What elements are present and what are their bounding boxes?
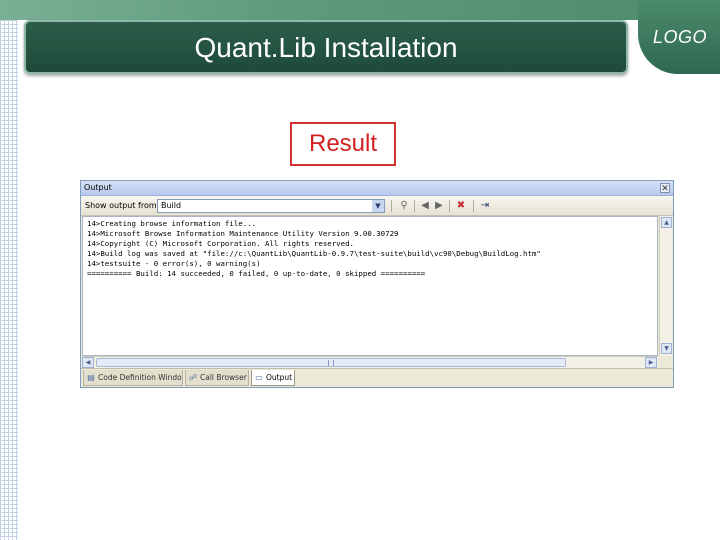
output-icon: ▭	[255, 373, 263, 382]
previous-message-icon[interactable]: ◀	[419, 200, 431, 212]
output-toolbar: Show output from: Build ▼ ⚲ ◀ ▶ ✖ ⇥	[81, 196, 673, 216]
chevron-down-icon[interactable]: ▼	[372, 200, 384, 212]
result-label: Result	[308, 130, 378, 157]
scroll-thumb[interactable]	[96, 358, 566, 367]
output-source-value: Build	[161, 201, 182, 210]
output-line: 14>Microsoft Browse Information Maintena…	[87, 229, 399, 238]
tab-call-browser[interactable]: ☍ Call Browser	[185, 370, 249, 386]
output-source-select[interactable]: Build ▼	[157, 199, 385, 213]
tab-output[interactable]: ▭ Output	[251, 370, 295, 386]
output-line: 14>testsuite - 0 error(s), 0 warning(s)	[87, 259, 261, 268]
output-line: 14>Creating browse information file...	[87, 219, 257, 228]
scroll-down-icon[interactable]: ▼	[661, 343, 672, 354]
vertical-scrollbar[interactable]: ▲ ▼	[659, 216, 672, 356]
next-message-icon[interactable]: ▶	[433, 200, 445, 212]
show-output-label: Show output from:	[85, 201, 160, 210]
toolbar-separator	[449, 200, 450, 212]
toolbar-separator	[473, 200, 474, 212]
word-wrap-icon[interactable]: ⇥	[479, 200, 491, 212]
toolbar-separator	[414, 200, 415, 212]
call-browser-icon: ☍	[188, 373, 198, 382]
find-message-icon[interactable]: ⚲	[398, 200, 410, 212]
output-line: 14>Build log was saved at "file://c:\Qua…	[87, 249, 541, 258]
output-line: ========== Build: 14 succeeded, 0 failed…	[87, 269, 426, 278]
clear-all-icon[interactable]: ✖	[455, 200, 467, 212]
output-text-area[interactable]: 14>Creating browse information file... 1…	[82, 216, 658, 356]
window-title-bar: Output ✕	[81, 181, 673, 196]
result-box: Result	[290, 122, 396, 166]
scroll-left-icon[interactable]: ◀	[82, 357, 94, 368]
output-line: 14>Copyright (C) Microsoft Corporation. …	[87, 239, 354, 248]
tool-window-tabs: ▤ Code Definition Window ☍ Call Browser …	[81, 368, 673, 387]
toolbar-separator	[391, 200, 392, 212]
scroll-up-icon[interactable]: ▲	[661, 217, 672, 228]
horizontal-scrollbar[interactable]: ◀ ▶	[82, 356, 658, 368]
scroll-grip-icon	[328, 360, 334, 366]
tab-label: Code Definition Window	[98, 373, 183, 382]
code-definition-icon: ▤	[87, 373, 95, 382]
top-band	[0, 0, 720, 20]
tab-label: Output	[266, 373, 293, 382]
left-grid-decoration	[0, 0, 18, 540]
logo-text: LOGO	[652, 27, 707, 47]
tab-code-definition[interactable]: ▤ Code Definition Window	[83, 370, 183, 386]
tab-label: Call Browser	[200, 373, 247, 382]
slide-title: Quant.Lib Installation	[194, 32, 458, 63]
close-icon[interactable]: ✕	[660, 183, 670, 194]
scroll-right-icon[interactable]: ▶	[645, 357, 657, 368]
window-title: Output	[84, 183, 112, 192]
output-window: Output ✕ Show output from: Build ▼ ⚲ ◀ ▶…	[80, 180, 674, 388]
